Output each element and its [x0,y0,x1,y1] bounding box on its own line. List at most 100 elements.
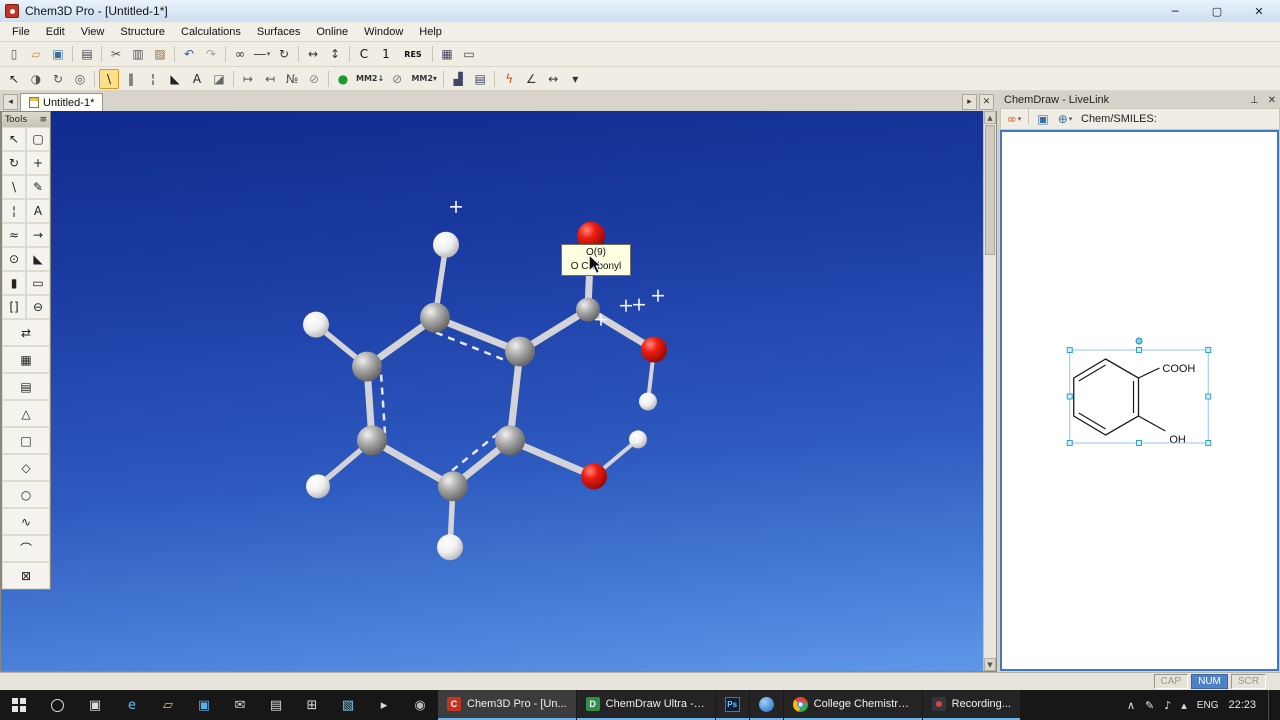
start-button[interactable] [0,690,38,720]
menu-item-view[interactable]: View [73,24,113,40]
chart-window-button[interactable]: ▟ [448,69,468,89]
menu-item-edit[interactable]: Edit [38,24,73,40]
arc-tool[interactable]: ⌒ [2,535,50,562]
recorder-taskbar-button[interactable]: Recording... [922,690,1020,720]
close-button[interactable]: ✕ [1238,0,1280,22]
pen-icon[interactable]: ✎ [1145,699,1154,712]
single-bond-tool-button[interactable]: \ [99,68,119,89]
document-app-icon[interactable]: ▤ [258,690,294,720]
menu-item-window[interactable]: Window [356,24,411,40]
wedge-bond-tool[interactable]: ◣ [26,247,50,271]
selection-handle[interactable] [1066,393,1073,400]
text-build-tool-button[interactable]: A [187,69,207,89]
atom-H[interactable] [303,311,329,338]
substituent-label[interactable]: OH [1169,434,1186,446]
carbon-label-button[interactable]: C [354,44,374,64]
energy-button[interactable]: ϟ [499,69,519,89]
minimize-button[interactable]: ─ [1154,0,1196,22]
volume-icon[interactable]: ♪ [1164,699,1171,712]
palette-menu-icon[interactable]: ≡ [39,115,47,125]
menu-item-help[interactable]: Help [411,24,450,40]
atom-H[interactable] [639,392,657,411]
new-document-button[interactable]: ▯ [4,44,24,64]
pencil-tool[interactable]: ✎ [26,175,50,199]
language-indicator[interactable]: ENG [1197,700,1219,711]
wedge-bond-tool-button[interactable]: ◣ [165,69,185,89]
mm2-dynamics-button[interactable]: MM2▾ [409,69,439,89]
output-window-button[interactable]: ▭ [459,44,479,64]
marquee-select-tool[interactable]: ▢ [26,127,50,151]
charge-tool[interactable]: ⊖ [26,295,50,319]
scroll-thumb[interactable] [985,125,995,255]
palette-header[interactable]: Tools ≡ [2,112,50,127]
clock[interactable]: 22:23 [1228,699,1256,711]
selection-handle[interactable] [1136,440,1142,446]
tab-scroll-right-button[interactable]: ▸ [962,94,977,110]
canvas-vertical-scrollbar[interactable]: ▲ ▼ [983,111,996,671]
file-explorer-icon[interactable]: ▱ [150,690,186,720]
atom-O[interactable] [581,463,607,490]
menu-item-surfaces[interactable]: Surfaces [249,24,308,40]
atom-C[interactable] [438,471,468,502]
photoshop-taskbar-button[interactable]: Ps [715,690,749,720]
residue-label-button[interactable]: RES [398,44,428,64]
single-bond-tool[interactable]: \ [2,175,26,199]
arrow-tool[interactable]: → [26,223,50,247]
atom-C[interactable] [495,425,525,456]
table-window-button[interactable]: ▤ [470,69,490,89]
atom-H[interactable] [437,534,463,561]
serial-numbers-button[interactable]: № [282,69,302,89]
menu-item-online[interactable]: Online [308,24,356,40]
rotation-handle[interactable] [1135,337,1143,345]
selection-handle[interactable] [1205,393,1212,400]
serial-number-button[interactable]: 1 [376,44,396,64]
bold-bond-tool[interactable]: ▮ [2,271,26,295]
bond-style-button[interactable]: ― ▾ [252,44,272,64]
substituent-label[interactable]: COOH [1162,363,1195,375]
benzene-ring[interactable] [1073,358,1140,436]
tray-expand-icon[interactable]: ∧ [1127,699,1135,712]
tab-scroll-left-button[interactable]: ◂ [3,94,18,110]
atom-C[interactable] [357,425,387,456]
select-tool[interactable]: ↖ [2,127,26,151]
atom-H[interactable] [433,231,459,258]
selection-handle[interactable] [1205,347,1212,353]
media-app-icon[interactable]: ▸ [366,690,402,720]
task-view-button[interactable]: ▣ [76,690,114,720]
spectacles-view-button[interactable]: ∞ [230,44,250,64]
save-button[interactable]: ▣ [48,44,68,64]
photos-icon[interactable]: ▧ [330,690,366,720]
model-rotate-button[interactable]: ↻ [274,44,294,64]
orbital-tool[interactable]: ⊙ [2,247,26,271]
atom-C[interactable] [352,351,382,382]
options-dropdown-button[interactable]: ▾ [565,69,585,89]
paste-structure-button[interactable]: ▣ [1033,109,1053,129]
zoom-tool-button[interactable]: ◎ [70,69,90,89]
document-tab[interactable]: Untitled-1* [20,93,104,111]
mm2-minimize-button[interactable]: MM2↓ [355,69,385,89]
maximize-button[interactable]: ▢ [1196,0,1238,22]
periodic-window-button[interactable]: ▦ [437,44,457,64]
atom-O[interactable] [641,336,667,363]
scroll-down-button[interactable]: ▼ [984,658,996,671]
calculator-icon[interactable]: ⊞ [294,690,330,720]
crossout-tool[interactable]: ⊠ [2,562,50,589]
text-tool[interactable]: A [26,199,50,223]
selection-handle[interactable] [1205,440,1212,446]
constrain-button[interactable]: ⊘ [304,69,324,89]
atom-C[interactable] [505,336,535,367]
model-canvas[interactable]: O(9) O Carbonyl [1,111,983,671]
livelink-canvas[interactable]: COOH OH [1000,130,1279,671]
table-tool[interactable]: ▤ [2,373,50,400]
menu-item-structure[interactable]: Structure [112,24,173,40]
rotate-model-tool[interactable]: ↻ [2,151,26,175]
menu-item-file[interactable]: File [4,24,38,40]
open-button[interactable]: ▱ [26,44,46,64]
print-button[interactable]: ▤ [77,44,97,64]
run-computation-button[interactable]: ● [333,69,353,89]
dashed-bond-tool-button[interactable]: ¦ [143,69,163,89]
mail-icon[interactable]: ✉ [222,690,258,720]
trackball-tool-button[interactable]: ◑ [26,69,46,89]
sphere-app-taskbar-button[interactable] [749,690,783,720]
select-fragment-button[interactable]: ↦ [238,69,258,89]
